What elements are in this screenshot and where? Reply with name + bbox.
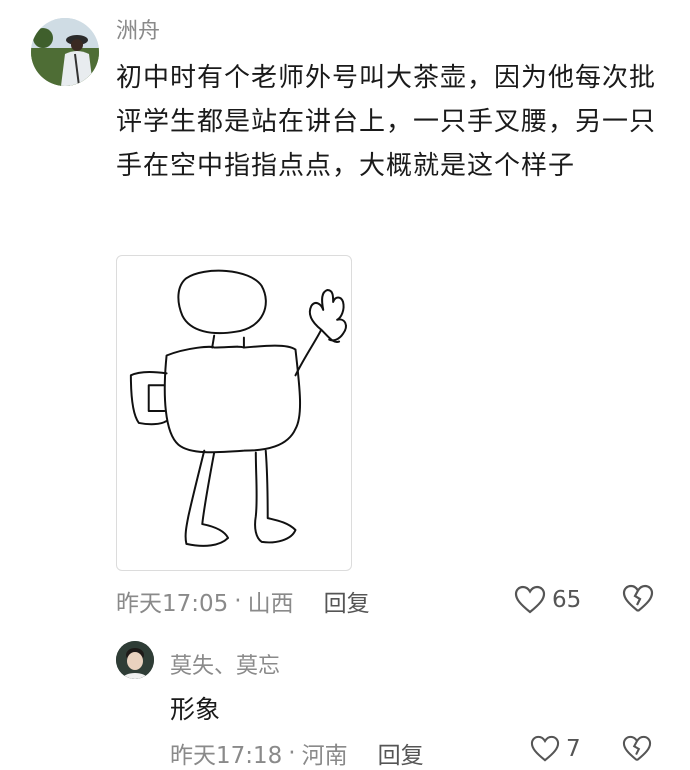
broken-heart-icon (622, 584, 654, 612)
reply-time: 昨天17:18 (170, 743, 283, 769)
meta-separator: · (234, 588, 242, 614)
reply-body: 形象 (170, 695, 221, 724)
reply-button[interactable]: 回复 (324, 584, 370, 618)
reply-reply-button[interactable]: 回复 (378, 736, 424, 770)
like-count: 65 (552, 587, 582, 613)
dislike-button[interactable] (622, 584, 654, 616)
reply-like-button[interactable]: 7 (530, 733, 581, 765)
comment-time: 昨天17:05 (116, 591, 229, 617)
reply-like-count: 7 (566, 736, 581, 762)
commenter-avatar[interactable] (31, 18, 99, 86)
comment-location: 山西 (247, 591, 294, 617)
replier-username[interactable]: 莫失、莫忘 (170, 648, 280, 680)
meta-separator: · (288, 740, 296, 766)
comment-body: 初中时有个老师外号叫大茶壶，因为他每次批评学生都是站在讲台上，一只手叉腰，另一只… (116, 63, 657, 181)
reply-meta: 昨天17:18 · 河南 回复 (170, 736, 424, 770)
reply-dislike-button[interactable] (622, 735, 652, 765)
comment-meta: 昨天17:05 · 山西 回复 (116, 585, 370, 617)
reply-location: 河南 (301, 743, 348, 769)
comment-image[interactable] (116, 255, 352, 571)
heart-outline-icon (530, 735, 560, 762)
heart-outline-icon (514, 585, 546, 614)
like-button[interactable]: 65 (514, 583, 581, 617)
broken-heart-icon (622, 735, 652, 762)
commenter-username[interactable]: 洲舟 (116, 18, 160, 46)
replier-avatar[interactable] (116, 641, 154, 679)
